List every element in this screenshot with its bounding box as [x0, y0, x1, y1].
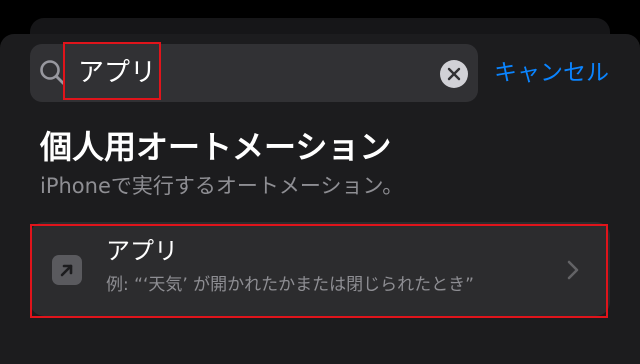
section-title: 個人用オートメーション [40, 128, 392, 166]
result-highlight-box [30, 224, 608, 318]
search-highlight-box [63, 42, 161, 100]
clear-search-button[interactable] [440, 60, 468, 88]
cancel-button[interactable]: キャンセル [494, 56, 609, 90]
section-subtitle: iPhoneで実行するオートメーション。 [40, 174, 404, 198]
clear-icon [447, 67, 461, 81]
